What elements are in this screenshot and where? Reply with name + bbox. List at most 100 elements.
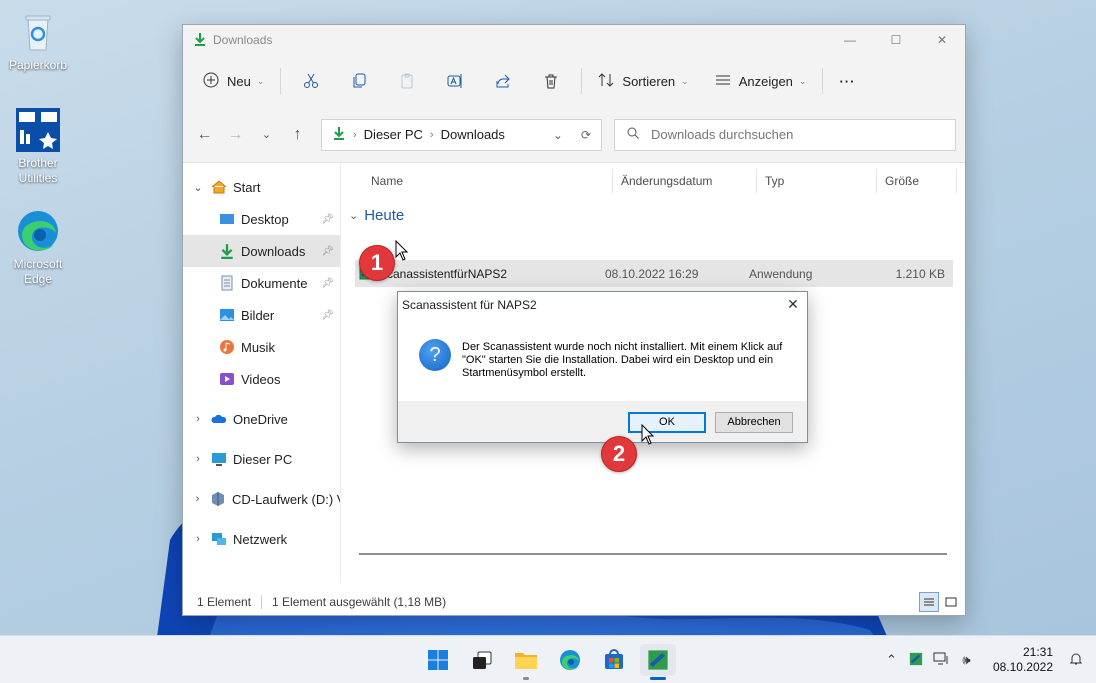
tray-naps2-icon[interactable]: [904, 652, 929, 669]
network-status-icon[interactable]: [929, 652, 954, 669]
file-size: 1.210 KB: [895, 266, 945, 281]
status-bar: 1 Element 1 Element ausgewählt (1,18 MB): [183, 589, 965, 615]
active-indicator: [650, 677, 666, 680]
download-arrow-icon: [332, 126, 346, 143]
taskbar-edge[interactable]: [552, 644, 588, 676]
column-name[interactable]: Name: [363, 169, 613, 193]
breadcrumb-thispc[interactable]: Dieser PC: [364, 127, 423, 142]
step-badge-1: 1: [359, 245, 395, 281]
mouse-cursor-icon: [641, 424, 655, 445]
divider: [822, 68, 824, 94]
nav-item-desktop[interactable]: Desktop 📌︎: [183, 203, 340, 235]
nav-label: Dieser PC: [233, 451, 293, 467]
breadcrumb-downloads[interactable]: Downloads: [441, 127, 505, 142]
sort-button[interactable]: Sortieren ⌄: [588, 65, 698, 97]
nav-item-onedrive[interactable]: › OneDrive: [183, 403, 340, 435]
pin-icon: 📌︎: [321, 309, 334, 321]
running-indicator: [523, 677, 529, 680]
explorer-titlebar[interactable]: Downloads — ☐ ✕: [183, 25, 965, 55]
taskbar-naps2[interactable]: [640, 644, 676, 680]
chevron-up-icon[interactable]: ⌃: [879, 652, 904, 668]
chevron-down-icon: ⌄: [193, 181, 203, 194]
desktop-icon-recycle-bin[interactable]: Papierkorb: [2, 8, 74, 73]
volume-icon[interactable]: 🕪︎: [954, 652, 979, 668]
install-dialog: Scanassistent für NAPS2 ✕ ? Der Scanassi…: [397, 291, 808, 443]
chevron-right-icon: ›: [195, 493, 200, 505]
file-row[interactable]: ScanassistentfürNAPS2 08.10.2022 16:29 A…: [355, 260, 953, 287]
taskbar-store[interactable]: [596, 644, 632, 676]
pin-icon: 📌︎: [321, 213, 334, 225]
videos-icon: [219, 371, 235, 387]
notification-bell-icon[interactable]: [1063, 652, 1088, 669]
group-header[interactable]: ⌄ Heute: [349, 203, 965, 227]
task-view-button[interactable]: [464, 644, 500, 676]
nav-item-thispc[interactable]: › Dieser PC: [183, 443, 340, 475]
download-arrow-icon: [193, 32, 207, 49]
nav-item-home[interactable]: ⌄ Start: [183, 171, 340, 203]
nav-item-network[interactable]: › Netzwerk: [183, 523, 340, 555]
nav-item-documents[interactable]: Dokumente 📌︎: [183, 267, 340, 299]
rename-icon: [447, 74, 462, 88]
column-size[interactable]: Größe: [877, 169, 957, 193]
back-button[interactable]: ←: [189, 126, 220, 144]
dialog-titlebar[interactable]: Scanassistent für NAPS2 ✕: [398, 292, 807, 317]
search-placeholder: Downloads durchsuchen: [651, 127, 794, 142]
cut-button[interactable]: [287, 65, 335, 97]
nav-item-music[interactable]: Musik: [183, 331, 340, 363]
view-button[interactable]: Anzeigen ⌄: [705, 65, 817, 97]
desktop-icon-label: Papierkorb: [8, 58, 68, 72]
window-title: Downloads: [213, 33, 273, 47]
share-button[interactable]: [479, 65, 527, 97]
new-button[interactable]: Neu ⌄: [193, 65, 274, 97]
file-date: 08.10.2022 16:29: [605, 266, 699, 281]
nav-item-cddrive[interactable]: › CD-Laufwerk (D:) Vi: [183, 483, 340, 515]
more-options-button[interactable]: ···: [829, 65, 865, 97]
address-dropdown-icon[interactable]: ⌄: [553, 128, 563, 142]
forward-button[interactable]: →: [220, 126, 251, 144]
minimize-button[interactable]: —: [827, 25, 873, 55]
taskbar-file-explorer[interactable]: [508, 644, 544, 680]
tiles-view-button[interactable]: [941, 592, 961, 612]
copy-button[interactable]: [335, 65, 383, 97]
address-bar[interactable]: › Dieser PC › Downloads ⌄ ⟳: [321, 118, 602, 151]
navigation-pane: ⌄ Start Desktop 📌︎ Downloads 📌︎ Dokument…: [183, 163, 341, 583]
nav-label: Netzwerk: [233, 531, 288, 547]
new-label: Neu: [227, 73, 251, 89]
paste-button[interactable]: [383, 65, 431, 97]
clock-time: 21:31: [1022, 645, 1053, 659]
up-button[interactable]: ↑: [282, 126, 313, 144]
column-header: Name Änderungsdatum Typ Größe: [341, 163, 965, 199]
cancel-button[interactable]: Abbrechen: [715, 411, 793, 433]
maximize-button[interactable]: ☐: [873, 25, 919, 55]
document-icon: [219, 275, 235, 291]
delete-button[interactable]: [527, 65, 575, 97]
nav-item-downloads[interactable]: Downloads 📌︎: [183, 235, 340, 267]
chevron-right-icon: ›: [196, 453, 200, 465]
nav-label: Videos: [241, 371, 281, 387]
close-button[interactable]: ✕: [919, 25, 965, 55]
item-count: 1 Element: [197, 595, 252, 609]
tiles-view-icon: [945, 597, 957, 607]
recent-locations-button[interactable]: ⌄: [251, 128, 282, 141]
horizontal-scrollbar[interactable]: [359, 553, 947, 555]
clock[interactable]: 21:31 08.10.2022: [993, 645, 1053, 675]
start-button[interactable]: [420, 644, 456, 676]
nav-item-videos[interactable]: Videos: [183, 363, 340, 395]
dialog-title: Scanassistent für NAPS2: [402, 297, 537, 312]
details-view-button[interactable]: [919, 592, 939, 612]
search-icon: [627, 127, 639, 142]
rename-button[interactable]: [431, 65, 479, 97]
edge-icon: [560, 650, 580, 670]
refresh-icon[interactable]: ⟳: [581, 128, 591, 142]
ok-button[interactable]: OK: [628, 411, 706, 433]
desktop-icon-edge[interactable]: Microsoft Edge: [2, 207, 74, 287]
pin-icon: 📌︎: [321, 245, 334, 257]
column-type[interactable]: Typ: [757, 169, 877, 193]
desktop-icon-brother-utilities[interactable]: Brother Utilities: [2, 106, 74, 186]
group-label: Heute: [364, 206, 405, 224]
search-input[interactable]: Downloads durchsuchen: [614, 118, 956, 151]
dialog-close-button[interactable]: ✕: [779, 296, 807, 313]
column-date[interactable]: Änderungsdatum: [613, 169, 757, 193]
scissors-icon: [304, 73, 319, 88]
nav-item-pictures[interactable]: Bilder 📌︎: [183, 299, 340, 331]
